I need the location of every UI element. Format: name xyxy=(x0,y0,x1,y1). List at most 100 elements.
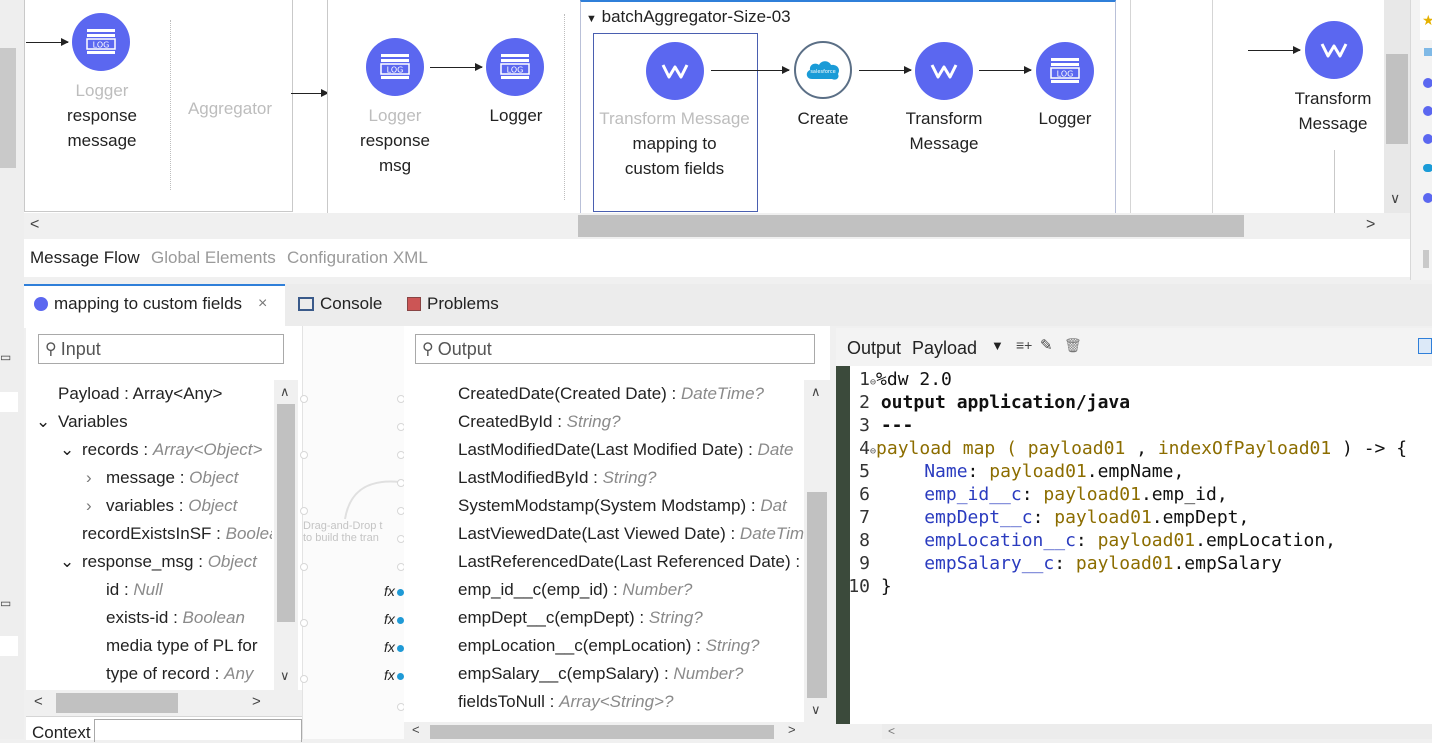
batch-aggregator-container[interactable]: ▼ batchAggregator-Size-03 Transform Mess… xyxy=(580,0,1116,213)
minimize-icon[interactable]: ▭ xyxy=(0,596,18,614)
minimize-icon[interactable]: ▭ xyxy=(0,350,18,368)
scroll-right-arrow-icon[interactable]: > xyxy=(252,693,261,710)
output-field-row-emp-salary[interactable]: empSalary__c(empSalary) : Number? xyxy=(458,664,743,684)
salesforce-palette-icon[interactable] xyxy=(1423,164,1432,172)
chevron-down-icon[interactable]: ⌄ xyxy=(60,552,82,572)
logger-palette-icon[interactable] xyxy=(1423,106,1432,116)
fx-icon[interactable]: fx xyxy=(384,583,395,599)
aggregator-label[interactable]: Aggregator xyxy=(174,96,286,121)
input-search-placeholder: Input xyxy=(60,338,101,359)
scroll-down-arrow-icon[interactable]: ∨ xyxy=(1390,190,1400,207)
tree-row-message[interactable]: › message : Object xyxy=(86,468,238,488)
chevron-down-icon[interactable]: ⌄ xyxy=(36,412,58,432)
chevron-right-icon[interactable]: › xyxy=(86,468,106,488)
output-field-row[interactable]: LastViewedDate(Last Viewed Date) : DateT… xyxy=(458,524,804,544)
palette-icon[interactable] xyxy=(1424,48,1432,56)
scroll-down-arrow-icon[interactable]: ∨ xyxy=(811,702,821,718)
logger-node-1[interactable]: LOG xyxy=(72,13,130,71)
tree-row-variables-child[interactable]: › variables : Object xyxy=(86,496,237,516)
fx-icon[interactable]: fx xyxy=(384,667,395,683)
input-search-field[interactable]: ⚲ Input xyxy=(38,334,284,364)
input-vertical-scrollbar[interactable]: ∧ ∨ xyxy=(274,380,298,690)
transform-node-2[interactable] xyxy=(915,42,973,100)
chevron-right-icon[interactable]: › xyxy=(86,496,106,516)
tree-row-records[interactable]: ⌄ records : Array<Object> xyxy=(60,440,272,460)
logger-node-4[interactable]: LOG xyxy=(1036,42,1094,100)
output-field-row[interactable]: SystemModstamp(System Modstamp) : Dat xyxy=(458,496,787,516)
transform-node-1[interactable] xyxy=(646,42,704,100)
tree-row-exists-id[interactable]: exists-id : Boolean xyxy=(106,608,245,628)
transform-palette-icon[interactable] xyxy=(1423,193,1432,203)
output-field-row[interactable]: LastModifiedDate(Last Modified Date) : D… xyxy=(458,440,793,460)
fx-icon[interactable]: fx xyxy=(384,611,395,627)
scroll-up-arrow-icon[interactable]: ∧ xyxy=(811,384,821,400)
canvas-horizontal-scrollbar[interactable]: < > xyxy=(24,213,1410,239)
tree-row-type-of-record[interactable]: type of record : Any xyxy=(106,664,253,684)
input-vertical-scroll-thumb[interactable] xyxy=(277,404,295,622)
output-field-row[interactable]: CreatedDate(Created Date) : DateTime? xyxy=(458,384,764,404)
output-horizontal-scrollbar[interactable]: < > xyxy=(404,722,830,739)
edit-icon[interactable]: ✎ xyxy=(1040,336,1053,354)
output-field-row-emp-dept[interactable]: empDept__c(empDept) : String? xyxy=(458,608,703,628)
logger-palette-icon[interactable] xyxy=(1423,134,1432,144)
output-horizontal-scroll-thumb[interactable] xyxy=(430,725,774,739)
logger-palette-icon[interactable] xyxy=(1423,78,1432,88)
tab-console[interactable]: Console xyxy=(298,286,382,322)
tab-global-elements[interactable]: Global Elements xyxy=(151,248,276,268)
toggle-view-icon[interactable] xyxy=(1418,338,1432,354)
delete-icon[interactable]: 🗑 xyxy=(1064,337,1082,354)
canvas-horizontal-scroll-thumb[interactable] xyxy=(578,215,1244,237)
tab-problems[interactable]: Problems xyxy=(407,286,499,322)
output-target-select[interactable]: Payload xyxy=(912,338,977,359)
code-line: 2 output application/java xyxy=(859,392,1131,413)
logger-node-3[interactable]: LOG xyxy=(486,38,544,96)
palette-scroll-thumb[interactable] xyxy=(1423,250,1429,268)
output-field-row-emp-id[interactable]: emp_id__c(emp_id) : Number? xyxy=(458,580,692,600)
canvas-vertical-scrollbar[interactable]: ∨ xyxy=(1384,0,1410,213)
chevron-down-icon[interactable]: ⌄ xyxy=(60,440,82,460)
output-field-row-emp-location[interactable]: empLocation__c(empLocation) : String? xyxy=(458,636,759,656)
output-field-row-fields-to-null[interactable]: fieldsToNull : Array<String>? xyxy=(458,692,673,712)
mapping-port-dot xyxy=(300,507,308,515)
input-horizontal-scroll-thumb[interactable] xyxy=(56,693,178,713)
tree-row-media-type[interactable]: media type of PL for xyxy=(106,636,272,656)
tree-row-variables[interactable]: ⌄ Variables xyxy=(36,412,128,432)
scroll-left-arrow-icon[interactable]: < xyxy=(30,216,39,234)
scroll-right-arrow-icon[interactable]: > xyxy=(788,722,796,737)
editor-horizontal-scrollbar[interactable]: < xyxy=(882,724,1432,739)
salesforce-create-node[interactable]: salesforce xyxy=(794,41,852,99)
dropdown-arrow-icon[interactable]: ▼ xyxy=(991,338,1004,353)
output-field-row[interactable]: LastModifiedById : String? xyxy=(458,468,656,488)
tab-message-flow[interactable]: Message Flow xyxy=(30,248,140,268)
output-field-row[interactable]: CreatedById : String? xyxy=(458,412,621,432)
output-label: Output xyxy=(847,338,902,358)
fx-icon[interactable]: fx xyxy=(384,639,395,655)
scroll-left-arrow-icon[interactable]: < xyxy=(34,693,43,710)
code-line: 9 empSalary__c: payload01.empSalary xyxy=(859,553,1282,574)
collapse-triangle-icon[interactable]: ▼ xyxy=(586,13,597,25)
tab-configuration-xml[interactable]: Configuration XML xyxy=(287,248,428,268)
scroll-left-arrow-icon[interactable]: < xyxy=(412,722,420,737)
input-horizontal-scrollbar[interactable]: < > xyxy=(26,690,302,716)
add-output-icon[interactable]: ≡+ xyxy=(1016,337,1032,353)
logger-node-2[interactable]: LOG xyxy=(366,38,424,96)
scroll-right-arrow-icon[interactable]: > xyxy=(1366,216,1375,234)
output-vertical-scrollbar[interactable]: ∧ ∨ xyxy=(804,380,830,722)
tree-row-payload[interactable]: Payload : Array<Any> xyxy=(58,384,222,404)
output-vertical-scroll-thumb[interactable] xyxy=(807,492,827,698)
scroll-down-arrow-icon[interactable]: ∨ xyxy=(280,668,290,684)
transform-node-3[interactable] xyxy=(1305,21,1363,79)
left-scroll-thumb[interactable] xyxy=(0,48,16,168)
output-search-field[interactable]: ⚲ Output xyxy=(415,334,815,364)
tree-row-id[interactable]: id : Null xyxy=(106,580,163,600)
output-field-row[interactable]: LastReferencedDate(Last Referenced Date)… xyxy=(458,552,804,572)
star-icon[interactable]: ★ xyxy=(1422,12,1432,29)
tab-mapping-to-custom-fields[interactable]: mapping to custom fields × xyxy=(34,286,267,322)
canvas-vertical-scroll-thumb[interactable] xyxy=(1386,54,1408,144)
scroll-up-arrow-icon[interactable]: ∧ xyxy=(280,384,290,400)
tree-row-response-msg[interactable]: ⌄ response_msg : Object xyxy=(60,552,257,572)
batch-aggregator-title[interactable]: ▼ batchAggregator-Size-03 xyxy=(586,7,791,27)
close-tab-icon[interactable]: × xyxy=(258,295,267,313)
scroll-left-arrow-icon[interactable]: < xyxy=(888,724,895,738)
tree-row-record-exists[interactable]: recordExistsInSF : Boolea xyxy=(82,524,272,544)
